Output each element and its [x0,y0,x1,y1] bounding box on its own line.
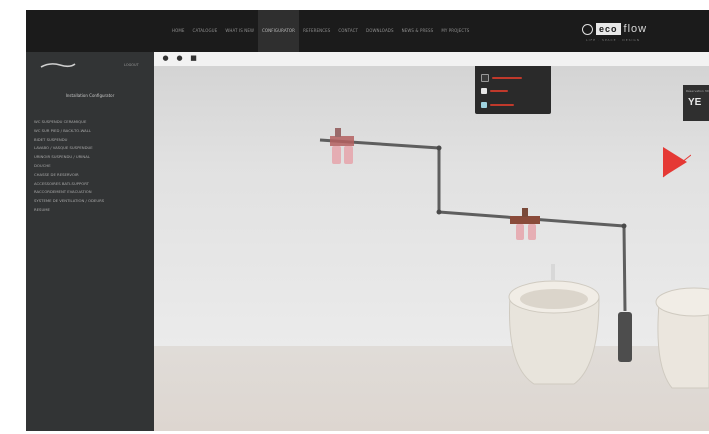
valve-fitting-left[interactable] [330,128,354,164]
zoom-icon[interactable]: ● [176,55,183,62]
top-navigation-bar: HOME CATALOGUE WHAT IS NEW CONFIGURATOR … [26,10,709,52]
sidebar-item[interactable]: LAVABO / VASQUE SUSPENDUE [34,144,146,153]
component-popup [475,66,551,114]
nav-item-catalogue[interactable]: CATALOGUE [189,10,222,52]
nav-item-contact[interactable]: CONTACT [334,10,362,52]
brand-tagline: LIFE · SPACE · DESIGN [586,38,640,42]
bidet-fixture[interactable] [508,264,600,385]
sidebar-item[interactable]: BIDET SUSPENDU [34,136,146,145]
viewer-toolbar: ● ● ■ + [154,52,709,67]
sidebar-item[interactable]: RESUME [34,206,146,215]
brand-circle-icon [582,23,593,35]
flush-pipe[interactable] [618,312,632,362]
sidebar-item[interactable]: WC SUR PIED / BACK-TO-WALL [34,127,146,136]
option-3-swatch [490,104,514,106]
option-3-icon [481,102,487,108]
sidebar-item[interactable]: RACCORDEMENT EVACUATION [34,188,146,197]
nav-item-projects[interactable]: MY PROJECTS [437,10,473,52]
brand-name: flow [623,23,648,35]
option-2-swatch [490,90,508,92]
sidebar-logo-icon [40,63,76,68]
sidebar-item[interactable]: SYSTEME DE VENTILATION / ODEURS [34,197,146,206]
rotate-icon[interactable]: ● [162,55,169,62]
popup-option-1[interactable] [481,74,522,82]
toilet-fixture[interactable] [655,287,709,389]
option-1-swatch [492,77,522,79]
sidebar-menu: WC SUSPENDU CERAMIQUE WC SUR PIED / BACK… [34,118,146,215]
nav-item-downloads[interactable]: DOWNLOADS [362,10,398,52]
red-arrow-icon [662,147,691,178]
sidebar-item[interactable]: ACCESSOIRES BATI-SUPPORT [34,180,146,189]
sidebar-item[interactable]: URINOIR SUSPENDU / URINAL [34,153,146,162]
nav-item-configurator[interactable]: CONFIGURATOR [258,10,300,52]
nav-item-new[interactable]: WHAT IS NEW [221,10,258,52]
app-window: HOME CATALOGUE WHAT IS NEW CONFIGURATOR … [26,10,709,431]
camera-icon[interactable]: ■ [190,55,197,62]
brand-mark: eco [596,23,621,35]
sidebar: LOGOUT Installation Configurator WC SUSP… [26,52,154,431]
brand-logo[interactable]: eco flow [582,23,647,35]
valve-fitting-right[interactable] [510,208,540,240]
info-panel-value: YE [688,97,702,108]
info-panel: Réservation 3D YE [683,85,709,121]
sidebar-item[interactable]: WC SUSPENDU CERAMIQUE [34,118,146,127]
3d-scene [319,128,709,389]
logout-link[interactable]: LOGOUT [124,63,139,67]
sidebar-item[interactable]: CHASSE DE RESERVOIR [34,171,146,180]
3d-viewport[interactable] [154,66,709,431]
sidebar-title: Installation Configurator [65,93,115,98]
popup-option-3[interactable] [481,102,514,108]
option-1-icon [481,74,489,82]
info-panel-label: Réservation 3D [686,89,709,93]
option-2-icon [481,88,487,94]
nav-item-home[interactable]: HOME [168,10,189,52]
sidebar-item[interactable]: DOUCHE [34,162,146,171]
popup-option-2[interactable] [481,88,508,94]
main-nav: HOME CATALOGUE WHAT IS NEW CONFIGURATOR … [168,10,473,52]
nav-item-references[interactable]: REFERENCES [299,10,334,52]
nav-item-news[interactable]: NEWS & PRESS [398,10,438,52]
